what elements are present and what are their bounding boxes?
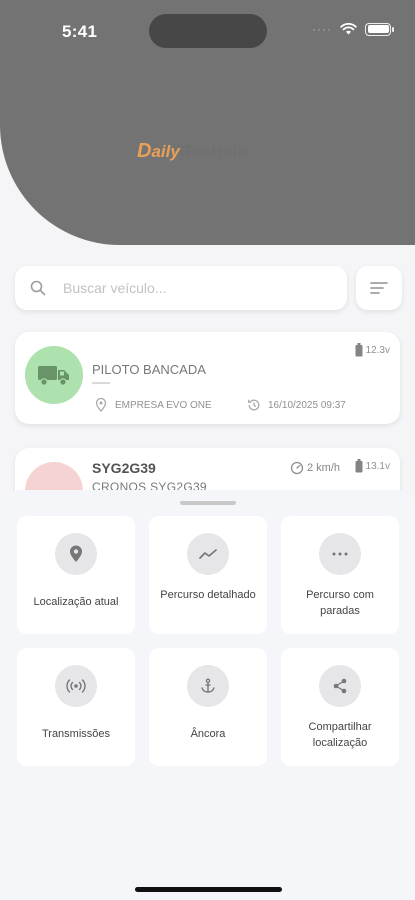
action-label: Percurso com paradas bbox=[306, 589, 374, 617]
share-icon bbox=[333, 678, 347, 694]
broadcast-icon bbox=[66, 679, 86, 693]
action-anchor[interactable]: Âncora bbox=[149, 648, 267, 766]
route-line-icon bbox=[199, 549, 217, 559]
action-label: Percurso detalhado bbox=[160, 589, 256, 601]
anchor-icon bbox=[201, 678, 215, 693]
action-icon-circle bbox=[187, 665, 229, 707]
action-icon-circle bbox=[319, 665, 361, 707]
action-label: Localização atual bbox=[33, 596, 119, 608]
action-label: Âncora bbox=[190, 728, 226, 740]
stops-icon bbox=[332, 552, 348, 556]
action-icon-circle bbox=[187, 533, 229, 575]
action-label: Compartilhar localização bbox=[308, 721, 372, 749]
action-route-with-stops[interactable]: Percurso com paradas bbox=[281, 516, 399, 634]
action-icon-circle bbox=[55, 665, 97, 707]
action-current-location[interactable]: Localização atual bbox=[17, 516, 135, 634]
action-detailed-route[interactable]: Percurso detalhado bbox=[149, 516, 267, 634]
app-screen: 5:41 ···· D aily Rastreio Buscar veículo… bbox=[0, 0, 415, 900]
vehicle-actions-sheet: Localização atual Percurso detalhado Per… bbox=[0, 490, 415, 900]
action-icon-circle bbox=[55, 533, 97, 575]
home-indicator bbox=[135, 887, 282, 892]
location-pin-icon bbox=[70, 545, 82, 562]
action-share-location[interactable]: Compartilhar localização bbox=[281, 648, 399, 766]
sheet-drag-handle[interactable] bbox=[180, 501, 236, 505]
action-icon-circle bbox=[319, 533, 361, 575]
action-label: Transmissões bbox=[41, 728, 111, 740]
action-transmissions[interactable]: Transmissões bbox=[17, 648, 135, 766]
